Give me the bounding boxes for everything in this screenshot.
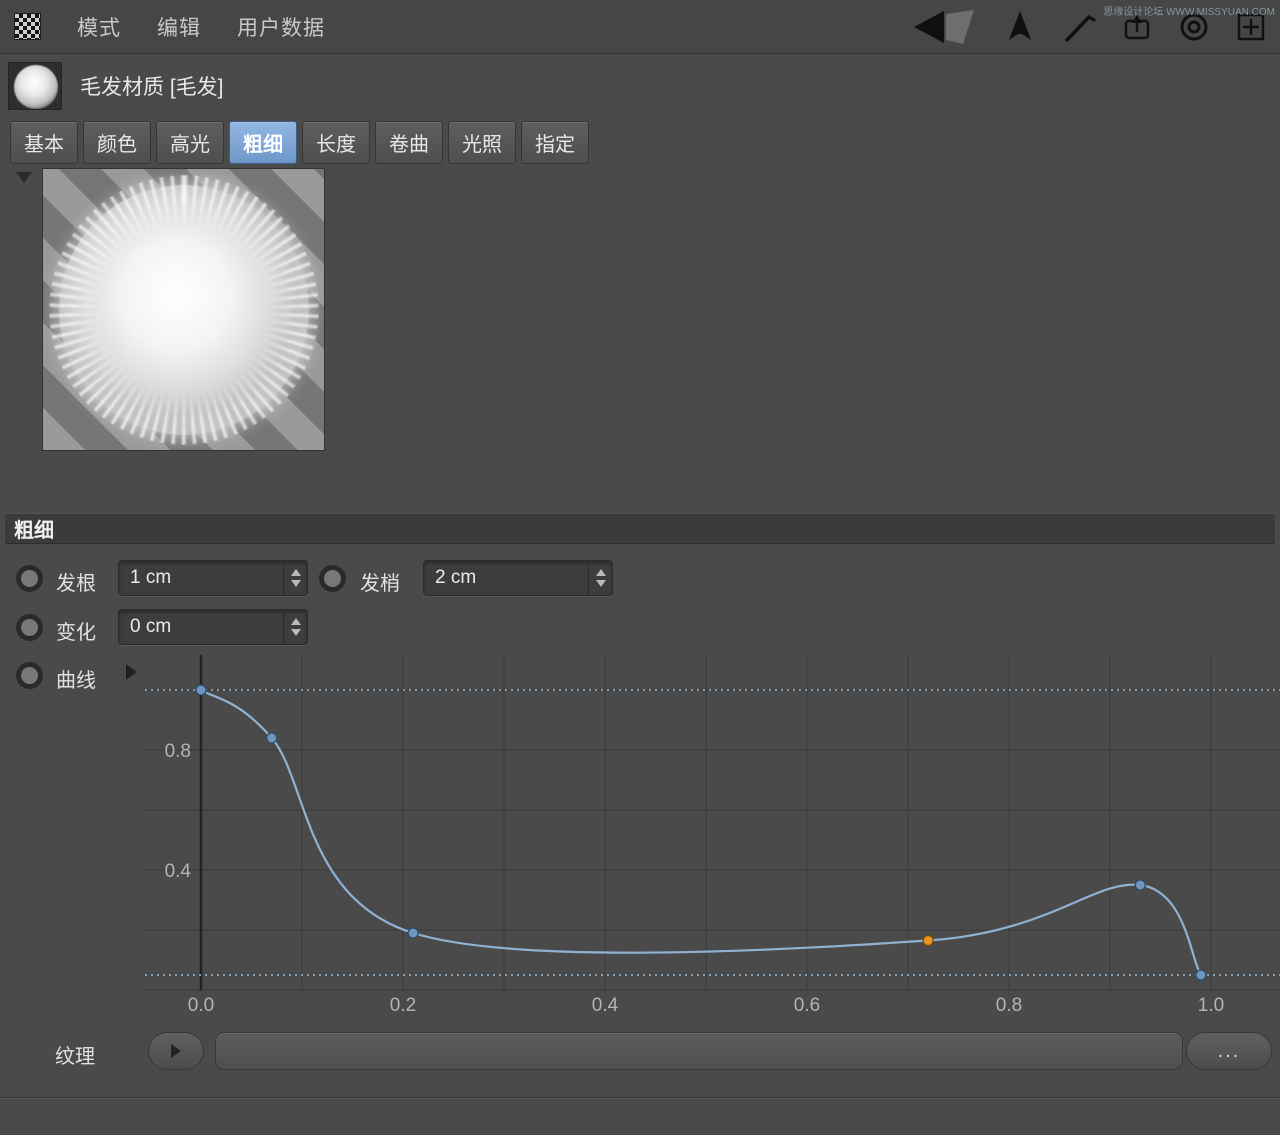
tip-label: 发梢 bbox=[360, 567, 400, 596]
material-sphere-icon bbox=[14, 65, 58, 109]
menu-user-data[interactable]: 用户数据 bbox=[237, 12, 325, 42]
tab-lighting[interactable]: 光照 bbox=[448, 121, 516, 164]
back-arrow-icon[interactable] bbox=[908, 9, 978, 45]
tip-value: 2 cm bbox=[424, 567, 588, 589]
svg-text:0.4: 0.4 bbox=[592, 995, 619, 1016]
pointer-arrow-icon[interactable] bbox=[1004, 9, 1036, 45]
section-title: 粗细 bbox=[14, 514, 54, 543]
svg-text:0.8: 0.8 bbox=[165, 741, 191, 762]
tip-value-field[interactable]: 2 cm bbox=[423, 560, 613, 596]
root-value: 1 cm bbox=[119, 567, 283, 589]
tab-length[interactable]: 长度 bbox=[302, 121, 370, 164]
curve-expander-icon[interactable] bbox=[126, 664, 137, 680]
curve-label: 曲线 bbox=[56, 664, 96, 693]
watermark-text: 思缘设计论坛 WWW.MISSYUAN.COM bbox=[1103, 3, 1275, 18]
root-stepper[interactable] bbox=[283, 561, 307, 595]
root-animate-toggle[interactable] bbox=[16, 565, 43, 592]
svg-text:0.8: 0.8 bbox=[996, 995, 1022, 1016]
stepper-up-icon[interactable] bbox=[291, 569, 301, 576]
tab-curl[interactable]: 卷曲 bbox=[375, 121, 443, 164]
texture-field[interactable] bbox=[215, 1032, 1183, 1070]
stepper-down-icon[interactable] bbox=[596, 580, 606, 587]
tab-color[interactable]: 颜色 bbox=[83, 121, 151, 164]
stepper-down-icon[interactable] bbox=[291, 580, 301, 587]
material-title: 毛发材质 [毛发] bbox=[80, 71, 224, 101]
tip-stepper[interactable] bbox=[588, 561, 612, 595]
fur-strands-overlay bbox=[49, 175, 319, 445]
texture-label: 纹理 bbox=[55, 1040, 95, 1069]
bottom-divider bbox=[0, 1097, 1280, 1098]
thickness-section-header: 粗细 bbox=[5, 513, 1275, 544]
svg-text:0.2: 0.2 bbox=[390, 995, 416, 1016]
curve-animate-toggle[interactable] bbox=[16, 662, 43, 689]
thickness-curve-chart[interactable]: 0.0 0.2 0.4 0.6 0.8 1.0 0.8 0.4 bbox=[145, 655, 1280, 1027]
channel-tabs: 基本 颜色 高光 粗细 长度 卷曲 光照 指定 bbox=[10, 121, 589, 164]
variation-animate-toggle[interactable] bbox=[16, 614, 43, 641]
tab-specular[interactable]: 高光 bbox=[156, 121, 224, 164]
stepper-down-icon[interactable] bbox=[291, 629, 301, 636]
root-value-field[interactable]: 1 cm bbox=[118, 560, 308, 596]
tab-basic[interactable]: 基本 bbox=[10, 121, 78, 164]
preview-expander-icon[interactable] bbox=[16, 172, 32, 183]
material-preview-image[interactable] bbox=[42, 168, 325, 451]
texture-expander-button[interactable] bbox=[148, 1032, 204, 1070]
hair-material-editor-window: 模式 编辑 用户数据 bbox=[0, 0, 1280, 1135]
material-thumbnail[interactable] bbox=[8, 62, 62, 110]
svg-text:0.0: 0.0 bbox=[188, 995, 214, 1016]
texture-browse-button[interactable]: ... bbox=[1186, 1032, 1272, 1070]
material-manager-icon[interactable] bbox=[14, 13, 41, 40]
variation-label: 变化 bbox=[56, 616, 96, 645]
svg-text:1.0: 1.0 bbox=[1198, 995, 1224, 1016]
stepper-up-icon[interactable] bbox=[291, 618, 301, 625]
tab-assign[interactable]: 指定 bbox=[521, 121, 589, 164]
menu-mode[interactable]: 模式 bbox=[77, 12, 121, 42]
tip-animate-toggle[interactable] bbox=[319, 565, 346, 592]
variation-value-field[interactable]: 0 cm bbox=[118, 609, 308, 645]
material-title-row: 毛发材质 [毛发] bbox=[8, 61, 224, 111]
root-label: 发根 bbox=[56, 567, 96, 596]
menu-bar: 模式 编辑 用户数据 bbox=[0, 0, 1280, 54]
svg-text:0.6: 0.6 bbox=[794, 995, 820, 1016]
menu-edit[interactable]: 编辑 bbox=[157, 12, 201, 42]
svg-text:0.4: 0.4 bbox=[165, 861, 192, 882]
tab-thickness[interactable]: 粗细 bbox=[229, 121, 297, 164]
picker-icon[interactable] bbox=[1062, 10, 1096, 44]
triangle-right-icon bbox=[171, 1044, 181, 1058]
variation-stepper[interactable] bbox=[283, 610, 307, 644]
variation-value: 0 cm bbox=[119, 616, 283, 638]
stepper-up-icon[interactable] bbox=[596, 569, 606, 576]
